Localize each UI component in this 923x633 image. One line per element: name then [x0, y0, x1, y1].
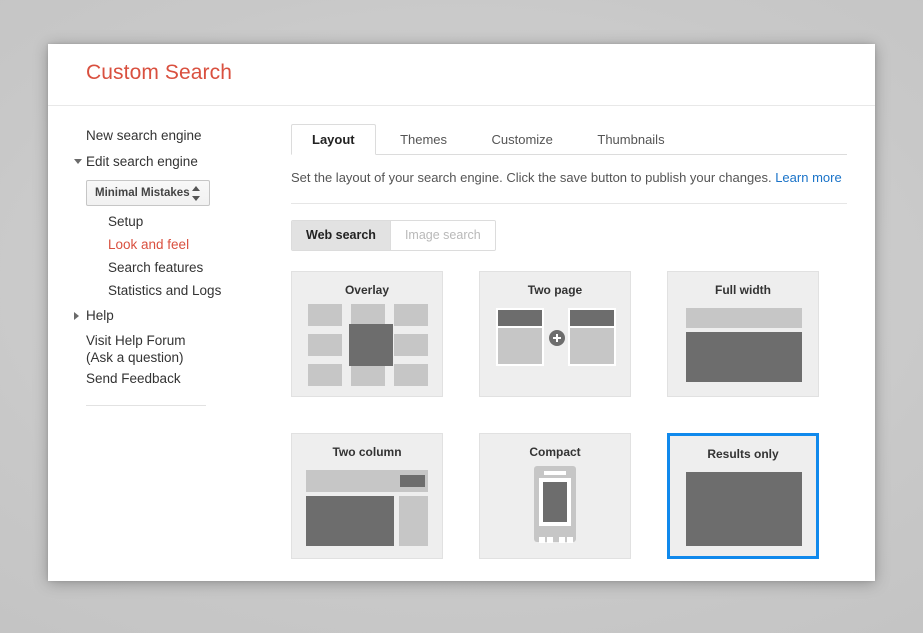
visit-help-forum-line1: Visit Help Forum	[86, 332, 244, 349]
mobile-phone-icon	[534, 466, 576, 542]
layout-thumb-two-page	[480, 304, 630, 386]
layout-card-two-column-title: Two column	[292, 434, 442, 459]
layout-card-full-width[interactable]: Full width	[667, 271, 819, 397]
tab-layout[interactable]: Layout	[291, 124, 376, 155]
search-type-toggle: Web search Image search	[291, 220, 496, 251]
layout-card-compact[interactable]: Compact	[479, 433, 631, 559]
sidebar-item-help[interactable]: Help	[48, 302, 244, 328]
sidebar-item-look-and-feel[interactable]: Look and feel	[48, 233, 244, 256]
chevron-right-icon	[74, 312, 79, 320]
layout-card-results-only[interactable]: Results only	[667, 433, 819, 559]
layout-card-compact-title: Compact	[480, 434, 630, 459]
sidebar: New search engine Edit search engine Min…	[48, 106, 244, 580]
sidebar-item-send-feedback[interactable]: Send Feedback	[48, 366, 244, 391]
layout-thumb-results-only	[670, 468, 816, 546]
main-content: Layout Themes Customize Thumbnails Set t…	[244, 106, 875, 580]
app-body: New search engine Edit search engine Min…	[48, 106, 875, 580]
search-engine-select[interactable]: Minimal Mistakes	[86, 180, 210, 206]
sidebar-item-new-search-engine[interactable]: New search engine	[48, 123, 244, 148]
layout-thumb-overlay	[292, 304, 442, 386]
sidebar-item-search-features[interactable]: Search features	[48, 256, 244, 279]
layout-card-full-width-title: Full width	[668, 272, 818, 297]
sidebar-item-statistics-and-logs[interactable]: Statistics and Logs	[48, 279, 244, 302]
layout-description-text: Set the layout of your search engine. Cl…	[291, 170, 772, 185]
sidebar-item-edit-search-engine-label: Edit search engine	[86, 154, 198, 169]
tab-bar: Layout Themes Customize Thumbnails	[291, 124, 847, 155]
section-divider	[291, 203, 847, 204]
sidebar-item-help-label: Help	[86, 308, 114, 323]
layout-card-two-column[interactable]: Two column	[291, 433, 443, 559]
layout-options-grid: Overlay	[291, 271, 875, 559]
segment-image-search[interactable]: Image search	[391, 221, 495, 250]
layout-card-two-page[interactable]: Two page	[479, 271, 631, 397]
brand-title: Custom Search	[86, 61, 232, 85]
sidebar-item-edit-search-engine[interactable]: Edit search engine	[48, 148, 244, 174]
stepper-arrows-icon	[192, 186, 201, 201]
layout-description: Set the layout of your search engine. Cl…	[291, 169, 847, 186]
layout-card-overlay[interactable]: Overlay	[291, 271, 443, 397]
app-window: Custom Search New search engine Edit sea…	[48, 44, 875, 581]
layout-card-two-page-title: Two page	[480, 272, 630, 297]
layout-card-results-only-title: Results only	[670, 436, 816, 461]
sidebar-divider	[86, 405, 206, 406]
plus-icon	[549, 330, 565, 346]
visit-help-forum-line2: (Ask a question)	[86, 349, 244, 366]
layout-card-overlay-title: Overlay	[292, 272, 442, 297]
sidebar-item-setup[interactable]: Setup	[48, 210, 244, 233]
tab-thumbnails[interactable]: Thumbnails	[577, 125, 684, 156]
learn-more-link[interactable]: Learn more	[775, 170, 841, 185]
layout-thumb-two-column	[292, 466, 442, 548]
segment-web-search[interactable]: Web search	[292, 221, 391, 250]
layout-thumb-full-width	[668, 304, 818, 386]
sidebar-item-visit-help-forum[interactable]: Visit Help Forum (Ask a question)	[48, 328, 244, 366]
search-engine-select-value: Minimal Mistakes	[87, 181, 209, 205]
tab-themes[interactable]: Themes	[380, 125, 467, 156]
chevron-down-icon	[74, 159, 82, 164]
layout-thumb-compact	[480, 466, 630, 548]
tab-customize[interactable]: Customize	[472, 125, 573, 156]
app-header: Custom Search	[48, 44, 875, 106]
